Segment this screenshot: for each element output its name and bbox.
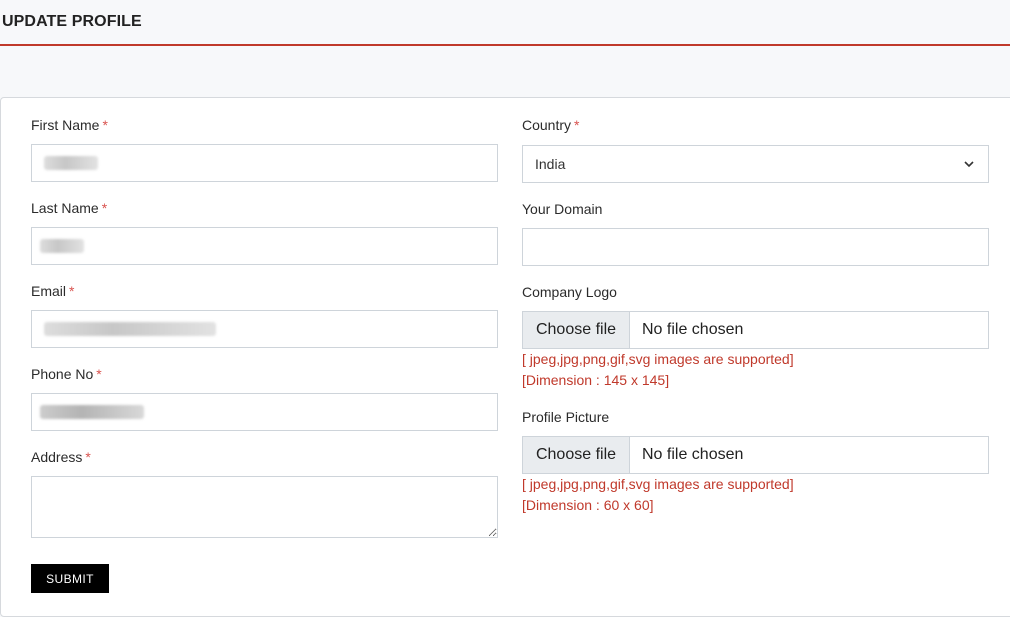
profile-picture-format-hint: [ jpeg,jpg,png,gif,svg images are suppor… (522, 476, 794, 492)
redacted-value (44, 322, 216, 336)
first-name-label: First Name * (31, 117, 108, 133)
country-label-text: Country (522, 117, 572, 133)
phone-label-text: Phone No (31, 366, 94, 382)
company-logo-label-text: Company Logo (522, 284, 617, 300)
submit-button[interactable]: SUBMIT (31, 564, 109, 593)
last-name-label: Last Name * (31, 200, 107, 216)
country-label: Country * (522, 117, 579, 133)
phone-label: Phone No * (31, 366, 102, 382)
redacted-value (40, 239, 84, 253)
company-logo-format-hint: [ jpeg,jpg,png,gif,svg images are suppor… (522, 351, 794, 367)
domain-label-text: Your Domain (522, 201, 603, 217)
email-label-text: Email (31, 283, 67, 299)
required-marker: * (85, 449, 91, 465)
required-marker: * (574, 117, 580, 133)
first-name-input[interactable] (31, 144, 498, 182)
address-label: Address * (31, 449, 91, 465)
profile-picture-choose-file-button[interactable]: Choose file (523, 437, 630, 473)
address-label-text: Address (31, 449, 83, 465)
profile-picture-dimension-hint: [Dimension : 60 x 60] (522, 497, 654, 513)
company-logo-label: Company Logo (522, 284, 617, 300)
domain-label: Your Domain (522, 201, 602, 217)
last-name-label-text: Last Name (31, 200, 99, 216)
profile-picture-file-input[interactable]: Choose file No file chosen (522, 436, 989, 474)
country-select[interactable]: India (522, 145, 989, 183)
redacted-value (44, 156, 98, 170)
phone-input[interactable] (31, 393, 498, 431)
country-selected-value: India (535, 156, 566, 172)
company-logo-choose-file-button[interactable]: Choose file (523, 312, 630, 348)
first-name-label-text: First Name (31, 117, 100, 133)
company-logo-dimension-hint: [Dimension : 145 x 145] (522, 372, 670, 388)
email-input[interactable] (31, 310, 498, 348)
address-textarea[interactable] (31, 476, 498, 538)
required-marker: * (69, 283, 75, 299)
page-header: UPDATE PROFILE (0, 0, 1010, 46)
email-label: Email * (31, 283, 74, 299)
company-logo-file-name: No file chosen (642, 321, 744, 338)
profile-form-card: First Name * Last Name * Email * Phone No * … (0, 97, 1010, 617)
domain-input[interactable] (522, 228, 989, 266)
required-marker: * (96, 366, 102, 382)
company-logo-file-input[interactable]: Choose file No file chosen (522, 311, 989, 349)
redacted-value (40, 405, 144, 419)
required-marker: * (102, 117, 108, 133)
profile-picture-file-name: No file chosen (642, 446, 744, 463)
profile-picture-label-text: Profile Picture (522, 409, 610, 425)
last-name-input[interactable] (31, 227, 498, 265)
required-marker: * (101, 200, 108, 216)
profile-picture-label: Profile Picture (522, 409, 609, 425)
chevron-down-icon (964, 161, 974, 168)
page-title: UPDATE PROFILE (2, 13, 142, 30)
